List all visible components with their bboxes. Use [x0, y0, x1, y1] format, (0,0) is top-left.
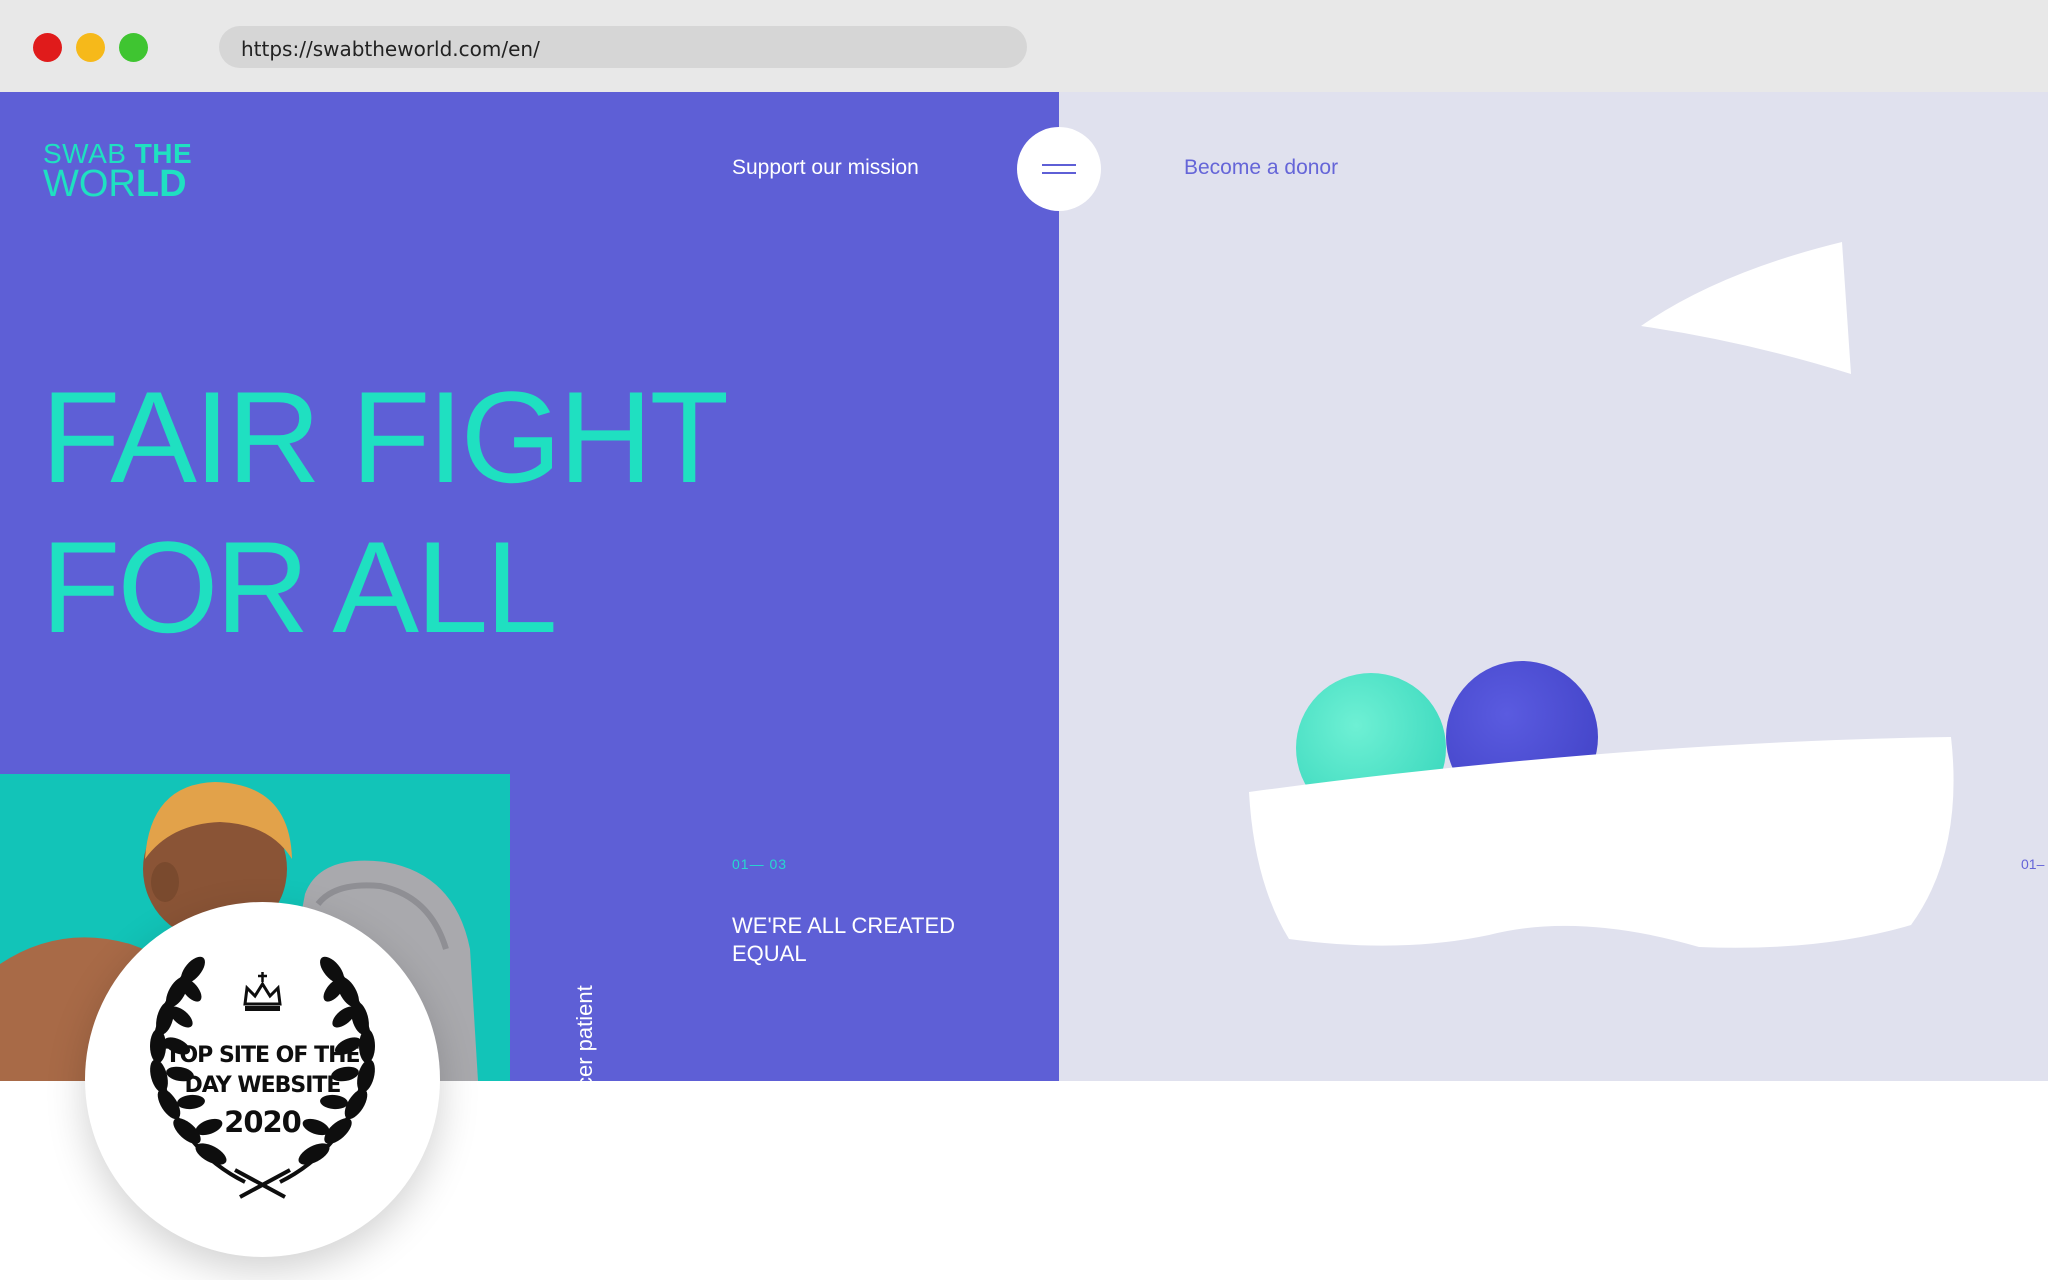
slide-title: WE'RE ALL CREATED EQUAL [732, 913, 956, 966]
flag-shape [1641, 242, 1851, 374]
hero-title: FAIR FIGHT FOR ALL [41, 362, 729, 662]
award-badge[interactable]: TOP SITE OF THE DAY WEBSITE 2020 [85, 902, 440, 1257]
browser-chrome: https://swabtheworld.com/en/ [0, 0, 2048, 92]
maximize-window-button[interactable] [119, 33, 148, 62]
address-bar[interactable]: https://swabtheworld.com/en/ [219, 26, 1027, 68]
url-text: https://swabtheworld.com/en/ [241, 37, 540, 61]
award-line2: DAY WEBSITE [184, 1073, 342, 1098]
logo-text-ld: LD [135, 162, 187, 205]
minimize-window-button[interactable] [76, 33, 105, 62]
close-window-button[interactable] [33, 33, 62, 62]
photo-caption: cer patient [572, 985, 597, 1081]
award-line1: TOP SITE OF THE [165, 1043, 360, 1068]
hero-title-line2: FOR ALL [41, 514, 558, 660]
boat-illustration [1249, 242, 1954, 948]
logo-text-wor: WOR [43, 162, 136, 205]
support-mission-link[interactable]: Support our mission [732, 156, 919, 180]
site-logo[interactable]: SWAB THE WORLD [43, 140, 192, 205]
hero-title-line1: FAIR FIGHT [41, 364, 729, 510]
award-year: 2020 [224, 1105, 302, 1139]
slide-counter: 01— 03 [732, 856, 788, 872]
